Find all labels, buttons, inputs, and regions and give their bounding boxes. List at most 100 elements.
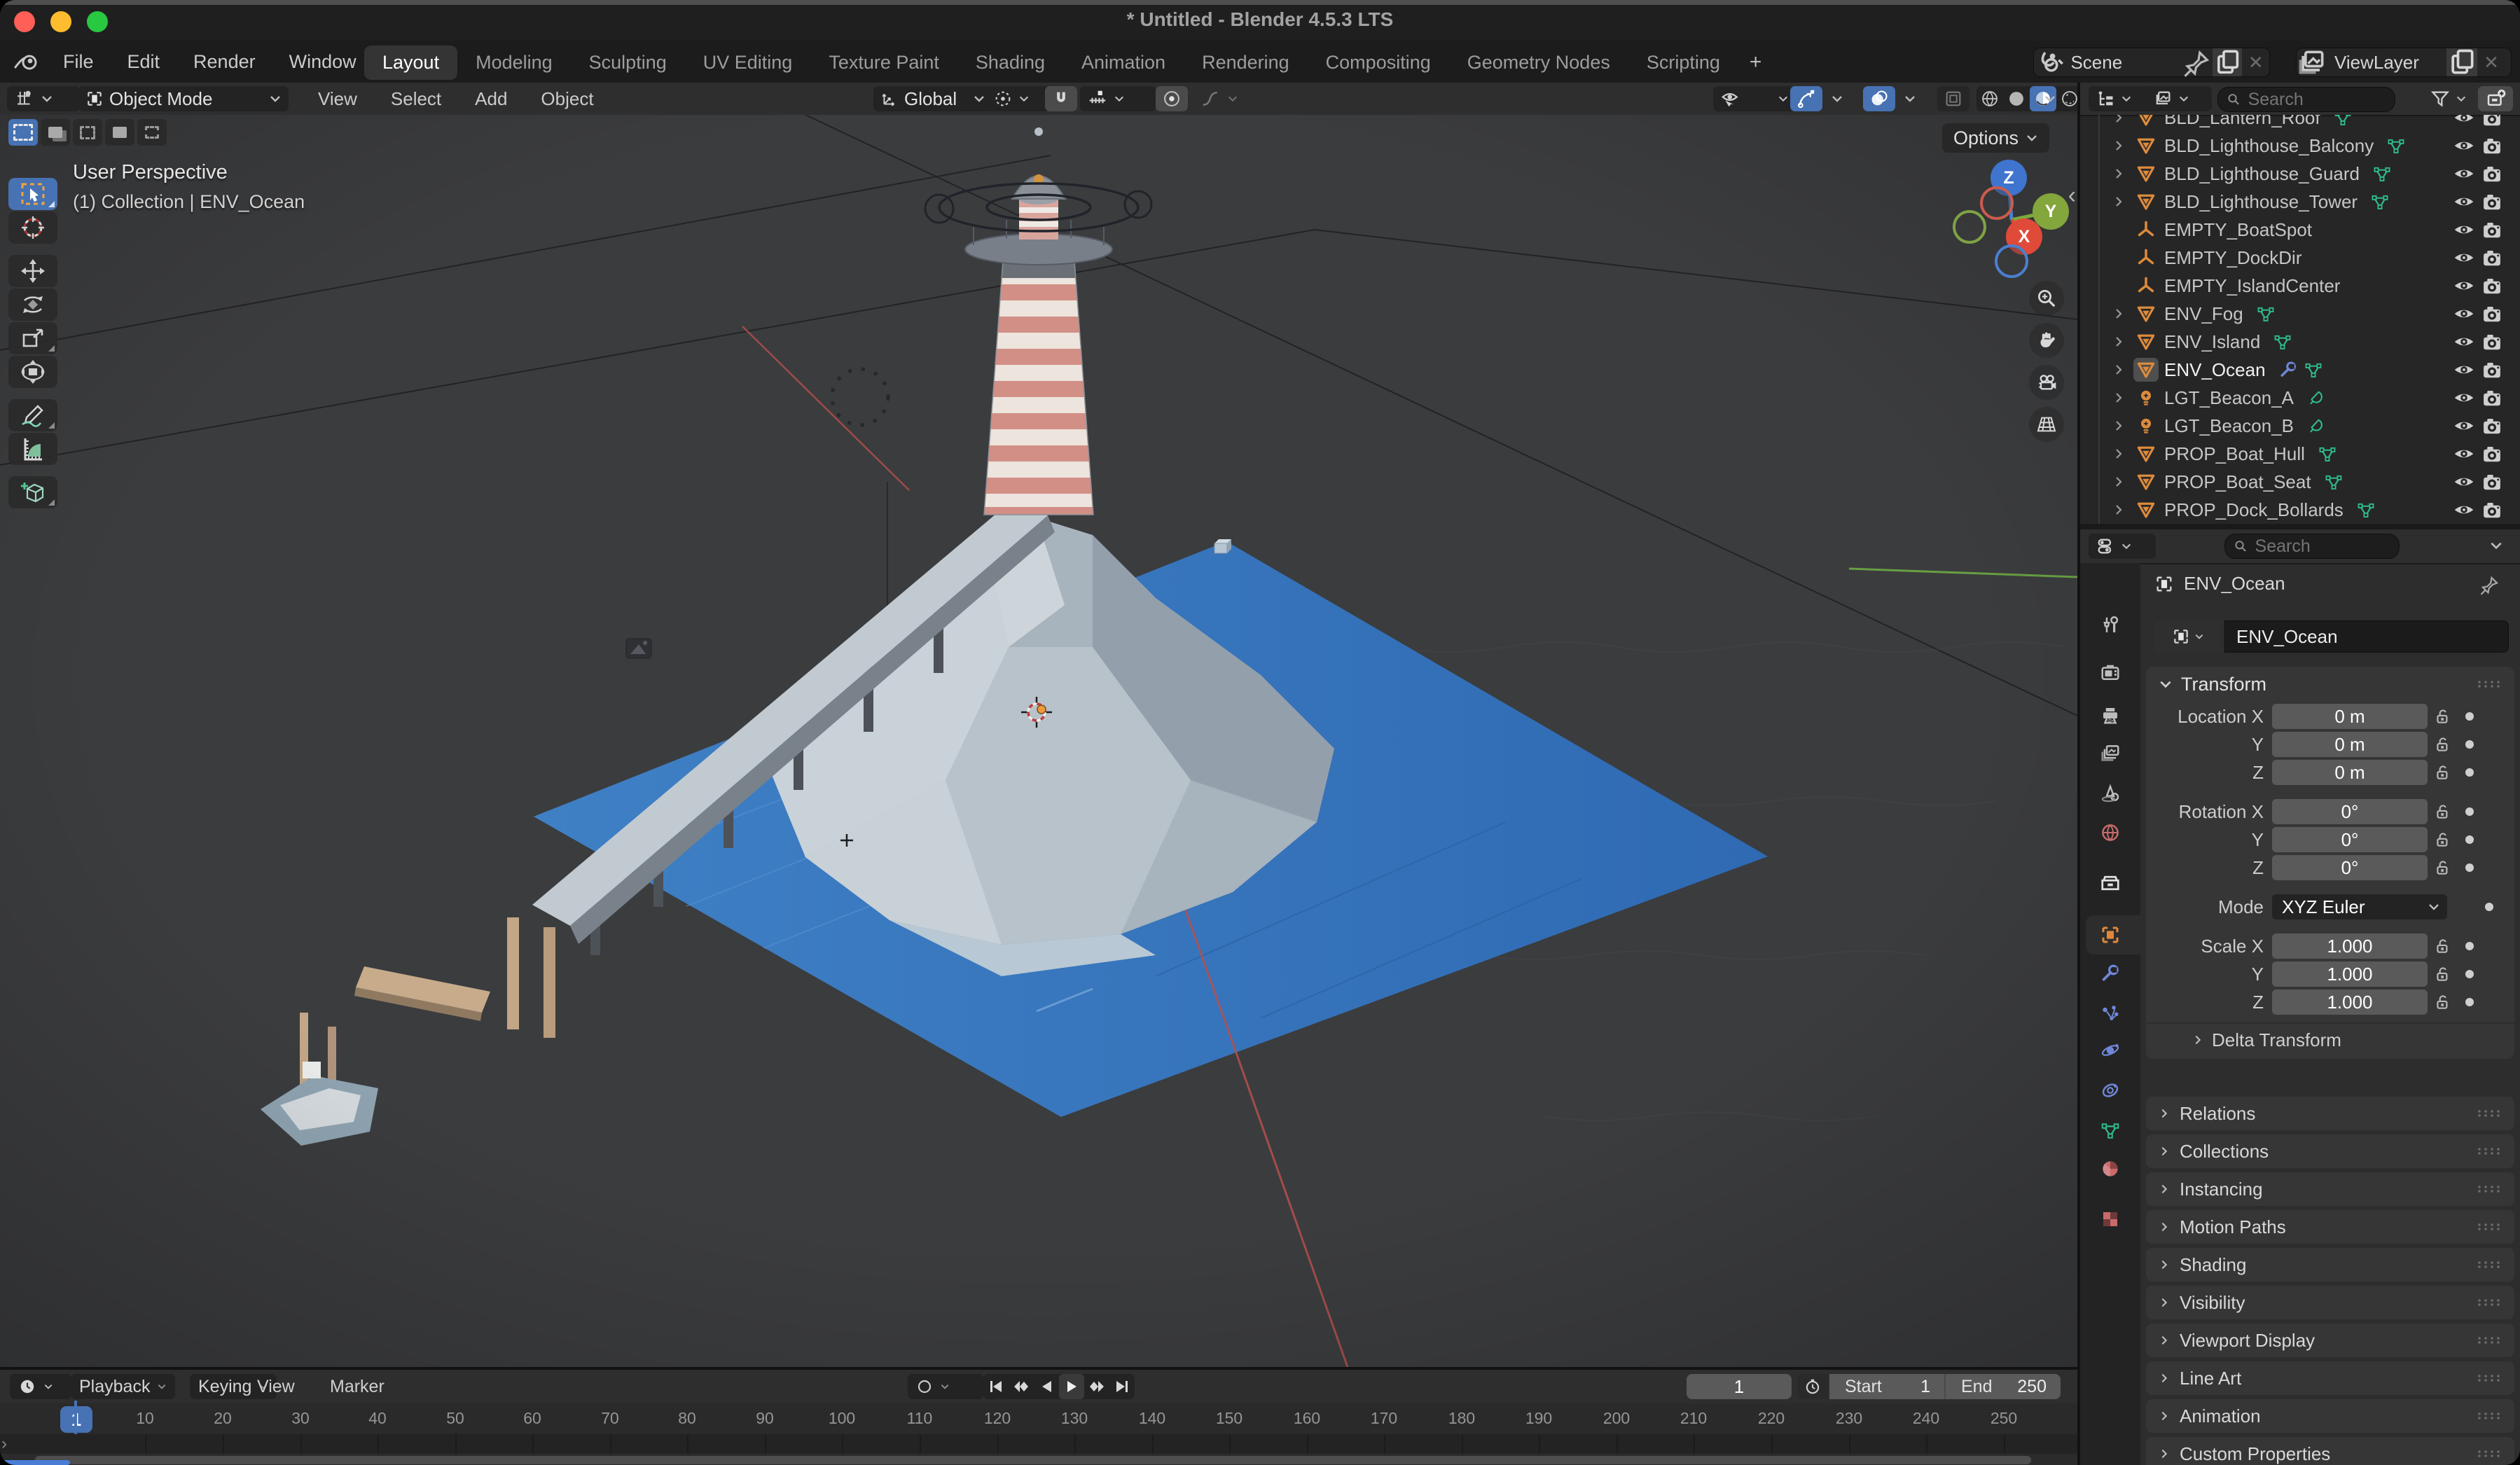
playhead[interactable]: [74, 1401, 77, 1434]
value-field[interactable]: 0°: [2272, 799, 2428, 824]
gizmos-dropdown[interactable]: [1824, 86, 1869, 111]
tool-scale[interactable]: [8, 322, 57, 354]
channel-expand-icon[interactable]: ›: [1, 1434, 7, 1454]
object-name[interactable]: BLD_Lighthouse_Balcony: [2164, 135, 2374, 157]
drag-handle-icon[interactable]: [2477, 1221, 2502, 1233]
expand-icon[interactable]: [2112, 447, 2133, 460]
tab-animation[interactable]: Animation: [1063, 46, 1184, 80]
value-field[interactable]: 0 m: [2272, 732, 2428, 757]
object-name[interactable]: PROP_Boat_Hull: [2164, 443, 2305, 465]
section-custom-properties[interactable]: Custom Properties: [2146, 1437, 2514, 1465]
tab-shading[interactable]: Shading: [957, 46, 1063, 80]
expand-icon[interactable]: [2112, 419, 2133, 432]
properties-tab-object[interactable]: [2091, 919, 2130, 951]
panel-divider-outliner-properties[interactable]: [2080, 524, 2520, 529]
lock-icon[interactable]: [2428, 937, 2458, 955]
timeline-editor-type-button[interactable]: [10, 1374, 71, 1399]
value-field[interactable]: 1.000: [2272, 933, 2428, 959]
drag-handle-icon[interactable]: [2477, 1146, 2502, 1157]
timeline-ruler[interactable]: 1020304050607080901001101201301401501601…: [0, 1403, 2077, 1434]
timeline-scrollbar[interactable]: [35, 1456, 2031, 1464]
tool-transform[interactable]: [8, 356, 57, 388]
outliner-search[interactable]: [2217, 87, 2395, 112]
disable-render-camera-icon[interactable]: [2478, 276, 2506, 296]
tab-texture-paint[interactable]: Texture Paint: [810, 46, 957, 80]
object-id-dropdown[interactable]: [2154, 620, 2222, 653]
outliner-row-BLD_Lighthouse_Guard[interactable]: BLD_Lighthouse_Guard: [2080, 160, 2520, 188]
visibility-dropdown[interactable]: [1713, 86, 1796, 111]
properties-tab-texture[interactable]: [2091, 1203, 2130, 1235]
mode-dropdown[interactable]: XYZ Euler: [2272, 894, 2447, 919]
disable-render-camera-icon[interactable]: [2478, 220, 2506, 239]
object-name[interactable]: BLD_Lantern_Roof: [2164, 115, 2320, 129]
properties-tab-output[interactable]: [2091, 699, 2130, 731]
drag-handle-icon[interactable]: [2477, 1259, 2502, 1270]
delta-transform-header[interactable]: Delta Transform: [2146, 1022, 2514, 1056]
tab-modeling[interactable]: Modeling: [457, 46, 571, 80]
outliner-row-ENV_Ocean[interactable]: ENV_Ocean: [2080, 356, 2520, 384]
pin-icon[interactable]: [2479, 574, 2500, 595]
expand-icon[interactable]: [2112, 475, 2133, 488]
tool-select-box[interactable]: [8, 178, 57, 210]
disable-render-camera-icon[interactable]: [2478, 164, 2506, 183]
value-field[interactable]: 0 m: [2272, 760, 2428, 785]
use-preview-range-icon[interactable]: [1797, 1374, 1828, 1399]
gizmo-neg-z-axis[interactable]: [1995, 244, 2028, 278]
menu-render[interactable]: Render: [176, 51, 272, 73]
hide-eye-icon[interactable]: [2450, 445, 2478, 463]
jump-to-start-button[interactable]: [983, 1374, 1009, 1399]
outliner-row-LGT_Beacon_B[interactable]: LGT_Beacon_B: [2080, 412, 2520, 440]
animate-dot[interactable]: [2465, 835, 2474, 844]
disable-render-camera-icon[interactable]: [2478, 388, 2506, 408]
object-name[interactable]: EMPTY_IslandCenter: [2164, 275, 2340, 297]
select-mode-intersect[interactable]: [137, 119, 167, 146]
hide-eye-icon[interactable]: [2450, 501, 2478, 519]
new-collection-icon[interactable]: [2478, 86, 2513, 111]
hide-eye-icon[interactable]: [2450, 249, 2478, 267]
play-reverse-button[interactable]: [1034, 1374, 1059, 1399]
shading-dropdown[interactable]: [2037, 86, 2082, 111]
animate-dot[interactable]: [2465, 970, 2474, 978]
properties-tab-physics[interactable]: [2091, 1034, 2130, 1067]
tab-rendering[interactable]: Rendering: [1184, 46, 1308, 80]
disable-render-camera-icon[interactable]: [2478, 416, 2506, 436]
disable-render-camera-icon[interactable]: [2478, 192, 2506, 211]
blender-logo-icon[interactable]: [13, 49, 41, 74]
outliner-search-input[interactable]: [2247, 89, 2386, 111]
disable-render-camera-icon[interactable]: [2478, 360, 2506, 380]
editor-type-button[interactable]: [7, 86, 80, 111]
mode-dropdown[interactable]: Object Mode: [78, 86, 289, 111]
menu-edit[interactable]: Edit: [111, 51, 177, 73]
lock-icon[interactable]: [2428, 707, 2458, 725]
timeline-menu-marker[interactable]: Marker: [330, 1374, 385, 1399]
hide-eye-icon[interactable]: [2450, 361, 2478, 379]
remove-view-layer-icon[interactable]: ✕: [2477, 52, 2505, 74]
animate-dot[interactable]: [2465, 942, 2474, 950]
expand-icon[interactable]: [2112, 391, 2133, 404]
hide-eye-icon[interactable]: [2450, 165, 2478, 183]
end-frame-field[interactable]: End250: [1946, 1374, 2061, 1399]
lock-icon[interactable]: [2428, 965, 2458, 983]
panel-divider-vertical[interactable]: [2077, 83, 2080, 1465]
lock-icon[interactable]: [2428, 859, 2458, 877]
properties-tab-tool[interactable]: [2091, 609, 2130, 641]
start-frame-field[interactable]: Start1: [1829, 1374, 1944, 1399]
expand-icon[interactable]: [2112, 307, 2133, 320]
viewport-menu-add[interactable]: Add: [458, 88, 524, 110]
tool-annotate[interactable]: [8, 399, 57, 431]
falloff-dropdown[interactable]: [1193, 86, 1266, 111]
outliner-row-BLD_Lantern_Roof[interactable]: BLD_Lantern_Roof: [2080, 115, 2520, 132]
disable-render-camera-icon[interactable]: [2478, 444, 2506, 464]
section-animation[interactable]: Animation: [2146, 1399, 2514, 1433]
object-name[interactable]: ENV_Ocean: [2164, 359, 2266, 381]
section-line-art[interactable]: Line Art: [2146, 1361, 2514, 1395]
add-workspace-button[interactable]: +: [1738, 48, 1773, 77]
tab-geometry-nodes[interactable]: Geometry Nodes: [1449, 46, 1628, 80]
animate-dot[interactable]: [2465, 998, 2474, 1006]
shading-solid-icon[interactable]: [2003, 86, 2030, 111]
expand-icon[interactable]: [2112, 504, 2133, 516]
animate-dot[interactable]: [2465, 768, 2474, 777]
view-layer-selector[interactable]: ViewLayer ✕: [2296, 48, 2512, 77]
section-motion-paths[interactable]: Motion Paths: [2146, 1210, 2514, 1244]
section-collections[interactable]: Collections: [2146, 1134, 2514, 1168]
